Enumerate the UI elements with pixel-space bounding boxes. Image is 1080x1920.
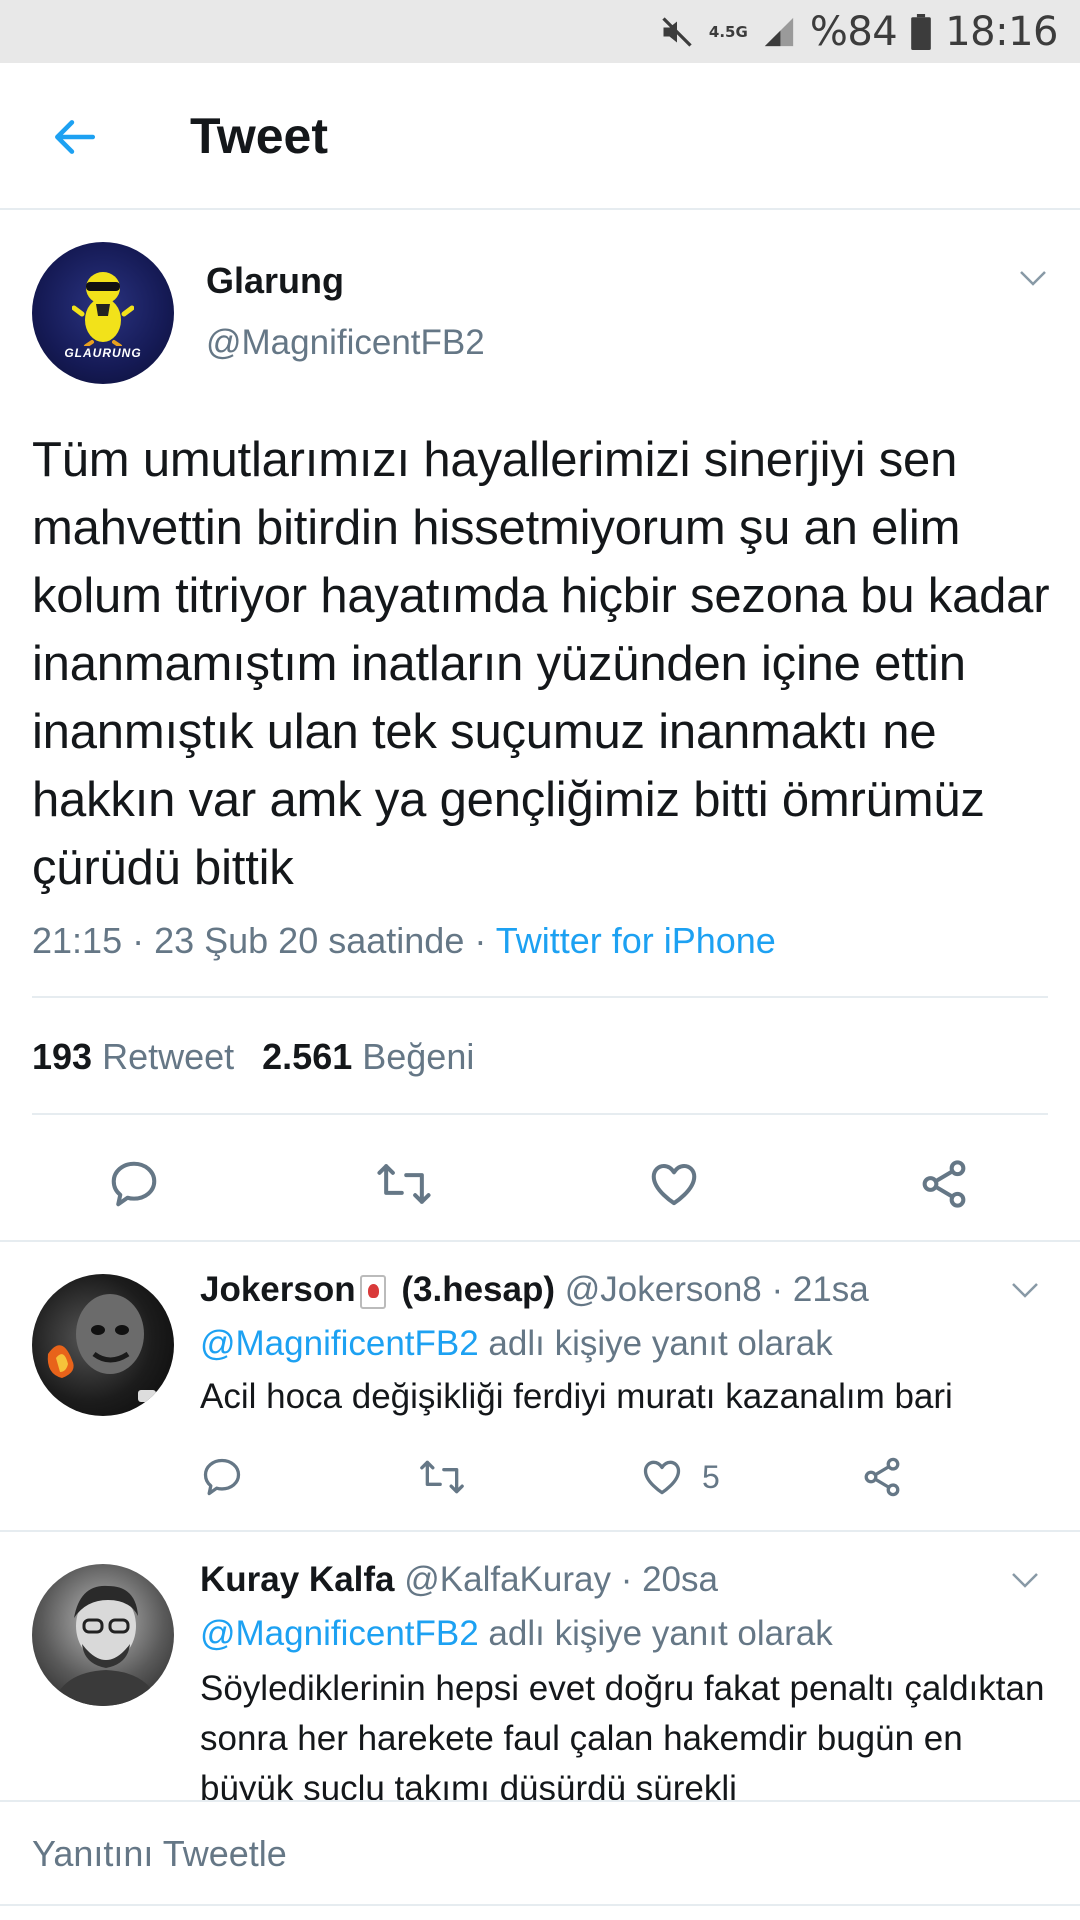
reply-text: Söylediklerinin hepsi evet doğru fakat p…	[200, 1669, 1045, 1800]
status-bar: 4.5G %84 18:16	[0, 0, 1080, 63]
reply-button[interactable]	[104, 1154, 164, 1214]
app-bar: Tweet	[0, 63, 1080, 210]
avatar[interactable]: GLAURUNG	[32, 242, 174, 384]
tweet-text: Tüm umutlarımızı hayallerimizi sinerjiyi…	[32, 433, 1050, 895]
reply-text: Acil hoca değişikliği ferdiyi muratı kaz…	[200, 1377, 953, 1416]
reply-share-button[interactable]	[860, 1452, 904, 1502]
retweet-button[interactable]	[374, 1154, 434, 1214]
comment-icon	[111, 1161, 157, 1207]
back-button[interactable]	[44, 107, 104, 167]
avatar[interactable]	[32, 1564, 174, 1706]
like-label: Beğeni	[362, 1036, 475, 1077]
retweet-label: Retweet	[102, 1036, 235, 1077]
arrow-left-icon	[55, 120, 96, 154]
reply-composer[interactable]: Yanıtını Tweetle	[0, 1800, 1080, 1906]
chevron-down-icon	[1012, 1573, 1038, 1588]
chevron-down-icon	[1012, 1283, 1038, 1298]
joker-avatar-icon	[47, 1294, 156, 1402]
reply-like-button[interactable]: 5	[640, 1452, 720, 1502]
reply-author-name[interactable]: Jokerson	[200, 1270, 356, 1309]
signal-icon	[762, 15, 796, 49]
retweet-stat[interactable]: 193 Retweet	[32, 1036, 234, 1078]
comment-icon	[203, 1458, 241, 1496]
author-handle[interactable]: @MagnificentFB2	[206, 323, 485, 363]
reply-to-line: @MagnificentFB2 adlı kişiye yanıt olarak	[200, 1614, 833, 1654]
mute-icon	[659, 14, 695, 50]
like-button[interactable]	[644, 1154, 704, 1214]
reply-tweet[interactable]: Kuray Kalfa @KalfaKuray · 20sa @Magnific…	[0, 1532, 1080, 1800]
composer-placeholder: Yanıtını Tweetle	[32, 1833, 287, 1874]
reply-header: Jokerson (3.hesap) @Jokerson8 · 21sa	[200, 1270, 869, 1310]
page-title: Tweet	[190, 108, 328, 164]
battery-percent: %84	[809, 8, 898, 55]
reply-header: Kuray Kalfa @KalfaKuray · 20sa	[200, 1560, 718, 1600]
tweet-menu-button[interactable]	[1018, 268, 1048, 293]
reply-to-text: adlı kişiye yanıt olarak	[478, 1324, 833, 1363]
network-type: 4.5G	[708, 22, 748, 41]
reply-to-line: @MagnificentFB2 adlı kişiye yanıt olarak	[200, 1324, 833, 1364]
avatar[interactable]	[32, 1274, 174, 1416]
divider	[0, 1240, 1080, 1242]
clock: 18:16	[945, 8, 1058, 55]
reply-menu-button[interactable]	[1010, 1570, 1040, 1595]
retweet-icon	[420, 1460, 464, 1494]
tweet-stats: 193 Retweet 2.561 Beğeni	[32, 1036, 474, 1078]
tweet-timestamp: 21:15 · 23 Şub 20 saatinde ·	[32, 920, 496, 961]
retweet-count: 193	[32, 1036, 93, 1077]
reply-to-text: adlı kişiye yanıt olarak	[478, 1614, 833, 1653]
heart-icon	[643, 1460, 681, 1495]
share-icon	[864, 1457, 900, 1497]
tweet-actions	[0, 1154, 1080, 1224]
reply-to-mention[interactable]: @MagnificentFB2	[200, 1324, 479, 1363]
divider	[32, 1113, 1048, 1115]
reply-author-suffix: (3.hesap)	[391, 1270, 556, 1309]
retweet-icon	[377, 1164, 431, 1204]
reply-like-count: 5	[702, 1458, 720, 1495]
reply-handle-time: @Jokerson8 · 21sa	[555, 1270, 869, 1309]
reply-author-name[interactable]: Kuray Kalfa	[200, 1560, 395, 1599]
reply-retweet-button[interactable]	[418, 1452, 466, 1502]
person-avatar-icon	[52, 1585, 160, 1706]
battery-icon	[911, 13, 932, 50]
mascot-icon	[72, 272, 134, 346]
card-emoji-icon	[359, 1274, 386, 1309]
tweet-meta: 21:15 · 23 Şub 20 saatinde · Twitter for…	[32, 920, 776, 962]
reply-menu-button[interactable]	[1010, 1280, 1040, 1305]
share-button[interactable]	[914, 1154, 974, 1214]
reply-handle-time: @KalfaKuray · 20sa	[394, 1560, 718, 1599]
heart-icon	[651, 1163, 697, 1206]
author-name[interactable]: Glarung	[206, 260, 344, 302]
like-count: 2.561	[262, 1036, 353, 1077]
reply-comment-button[interactable]	[200, 1452, 244, 1502]
avatar-brand-text: GLAURUNG	[64, 346, 142, 360]
divider	[32, 996, 1048, 998]
like-stat[interactable]: 2.561 Beğeni	[262, 1036, 474, 1078]
chevron-down-icon	[1020, 271, 1046, 286]
reply-to-mention[interactable]: @MagnificentFB2	[200, 1614, 479, 1653]
bottom-spacer	[0, 1906, 1080, 1920]
tweet-source-link[interactable]: Twitter for iPhone	[496, 920, 776, 961]
share-icon	[922, 1160, 966, 1208]
